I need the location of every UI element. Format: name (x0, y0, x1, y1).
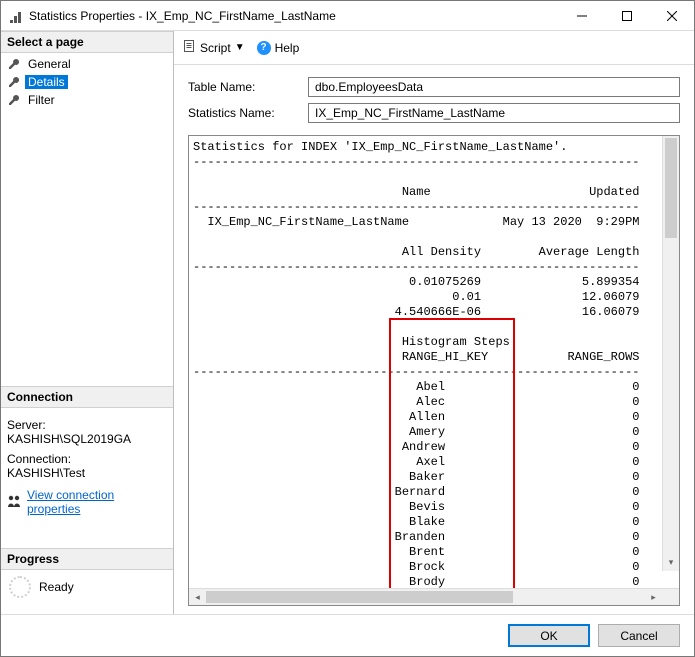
server-label: Server: (7, 418, 167, 432)
progress-box: Ready (1, 570, 173, 604)
window-title: Statistics Properties - IX_Emp_NC_FirstN… (29, 9, 559, 23)
page-list: General Details Filter (1, 53, 173, 111)
app-icon (9, 9, 23, 23)
statistics-text[interactable]: Statistics for INDEX 'IX_Emp_NC_FirstNam… (193, 140, 679, 588)
statistics-box: Statistics for INDEX 'IX_Emp_NC_FirstNam… (188, 135, 680, 606)
view-connection-properties-link[interactable]: View connection properties (27, 488, 167, 516)
toolbar: Script ▼ ? Help (174, 31, 694, 65)
scroll-left-icon[interactable]: ◂ (189, 589, 206, 605)
footer: OK Cancel (1, 614, 694, 656)
chevron-down-icon[interactable]: ▼ (235, 42, 245, 53)
connection-header: Connection (1, 386, 173, 408)
table-name-field[interactable]: dbo.EmployeesData (308, 77, 680, 97)
connection-box: Server: KASHISH\SQL2019GA Connection: KA… (1, 408, 173, 524)
select-page-header: Select a page (1, 31, 173, 53)
statistics-name-field[interactable]: IX_Emp_NC_FirstName_LastName (308, 103, 680, 123)
scroll-down-icon[interactable]: ▾ (663, 554, 679, 571)
progress-spinner-icon (9, 576, 31, 598)
wrench-icon (7, 93, 21, 107)
help-button[interactable]: ? Help (257, 41, 300, 55)
page-details[interactable]: Details (5, 73, 173, 91)
script-button[interactable]: Script ▼ (182, 39, 245, 56)
main-panel: Script ▼ ? Help Table Name: dbo.Employee… (174, 31, 694, 614)
page-label: General (25, 57, 74, 71)
scrollbar-thumb[interactable] (206, 591, 513, 603)
sidebar: Select a page General Details Filter Con… (1, 31, 174, 614)
scroll-right-icon[interactable]: ▸ (645, 589, 662, 605)
server-value: KASHISH\SQL2019GA (7, 432, 167, 446)
horizontal-scrollbar[interactable]: ◂ ▸ (189, 588, 679, 605)
progress-header: Progress (1, 548, 173, 570)
page-filter[interactable]: Filter (5, 91, 173, 109)
page-label: Filter (25, 93, 58, 107)
page-general[interactable]: General (5, 55, 173, 73)
table-name-label: Table Name: (188, 80, 308, 94)
close-button[interactable] (649, 1, 694, 30)
wrench-icon (7, 75, 21, 89)
statistics-name-label: Statistics Name: (188, 106, 308, 120)
minimize-button[interactable] (559, 1, 604, 30)
titlebar: Statistics Properties - IX_Emp_NC_FirstN… (1, 1, 694, 31)
script-label: Script (200, 41, 231, 55)
scrollbar-thumb[interactable] (665, 138, 677, 238)
ok-button[interactable]: OK (508, 624, 590, 647)
cancel-button[interactable]: Cancel (598, 624, 680, 647)
help-label: Help (275, 41, 300, 55)
connection-value: KASHISH\Test (7, 466, 167, 480)
maximize-button[interactable] (604, 1, 649, 30)
progress-status: Ready (39, 580, 74, 594)
connection-icon (7, 494, 21, 511)
vertical-scrollbar[interactable]: ▾ (662, 136, 679, 571)
script-icon (182, 39, 196, 56)
page-label: Details (25, 75, 68, 89)
connection-label: Connection: (7, 452, 167, 466)
wrench-icon (7, 57, 21, 71)
help-icon: ? (257, 41, 271, 55)
